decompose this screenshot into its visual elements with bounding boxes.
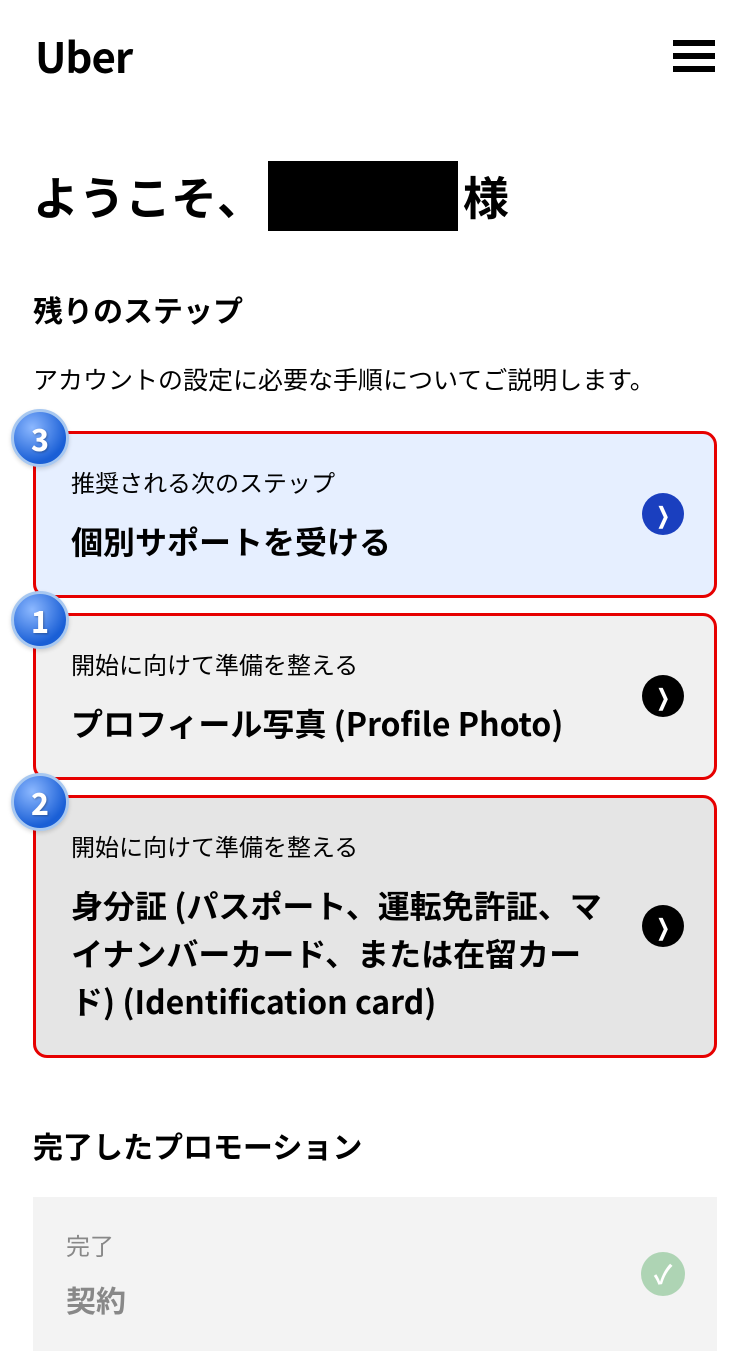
page-title: ようこそ、 様 xyxy=(33,161,717,231)
check-circle-icon: ✓ xyxy=(641,1252,685,1296)
chevron-right-icon: ❯ xyxy=(642,493,684,535)
remaining-steps-description: アカウントの設定に必要な手順についてご説明します。 xyxy=(33,361,717,399)
step-badge-number: 2 xyxy=(11,773,69,831)
step-card-content: 推奨される次のステップ 個別サポートを受ける xyxy=(71,464,614,565)
chevron-right-icon: ❯ xyxy=(642,675,684,717)
step-badge-number: 1 xyxy=(11,591,69,649)
hamburger-icon xyxy=(673,40,715,46)
completed-promotions-title: 完了したプロモーション xyxy=(33,1123,717,1167)
step-label: 開始に向けて準備を整える xyxy=(71,646,614,681)
redacted-name xyxy=(268,161,458,231)
step-title: プロフィール写真 (Profile Photo) xyxy=(71,699,614,747)
step-title: 身分証 (パスポート、運転免許証、マイナンバーカード、または在留カード) (Id… xyxy=(71,881,614,1025)
remaining-steps-title: 残りのステップ xyxy=(33,287,717,331)
greeting-prefix: ようこそ、 xyxy=(33,163,263,229)
chevron-right-icon: ❯ xyxy=(642,905,684,947)
completed-card-contract: 完了 契約 ✓ xyxy=(33,1197,717,1351)
step-title: 個別サポートを受ける xyxy=(71,517,614,565)
step-card-content: 開始に向けて準備を整える 身分証 (パスポート、運転免許証、マイナンバーカード、… xyxy=(71,828,614,1025)
greeting-suffix: 様 xyxy=(463,163,509,229)
header: Uber xyxy=(0,0,750,111)
step-card-profile-photo[interactable]: 1 開始に向けて準備を整える プロフィール写真 (Profile Photo) … xyxy=(33,613,717,780)
step-badge-number: 3 xyxy=(11,409,69,467)
completed-title: 契約 xyxy=(66,1277,617,1321)
completed-label: 完了 xyxy=(66,1227,617,1262)
hamburger-icon xyxy=(673,53,715,59)
hamburger-icon xyxy=(673,66,715,72)
menu-button[interactable] xyxy=(673,40,715,72)
uber-logo: Uber xyxy=(35,25,132,86)
step-card-support[interactable]: 3 推奨される次のステップ 個別サポートを受ける ❯ xyxy=(33,431,717,598)
main-content: ようこそ、 様 残りのステップ アカウントの設定に必要な手順についてご説明します… xyxy=(0,111,750,1351)
step-card-identification[interactable]: 2 開始に向けて準備を整える 身分証 (パスポート、運転免許証、マイナンバーカー… xyxy=(33,795,717,1058)
step-card-content: 開始に向けて準備を整える プロフィール写真 (Profile Photo) xyxy=(71,646,614,747)
step-label: 開始に向けて準備を整える xyxy=(71,828,614,863)
step-label: 推奨される次のステップ xyxy=(71,464,614,499)
